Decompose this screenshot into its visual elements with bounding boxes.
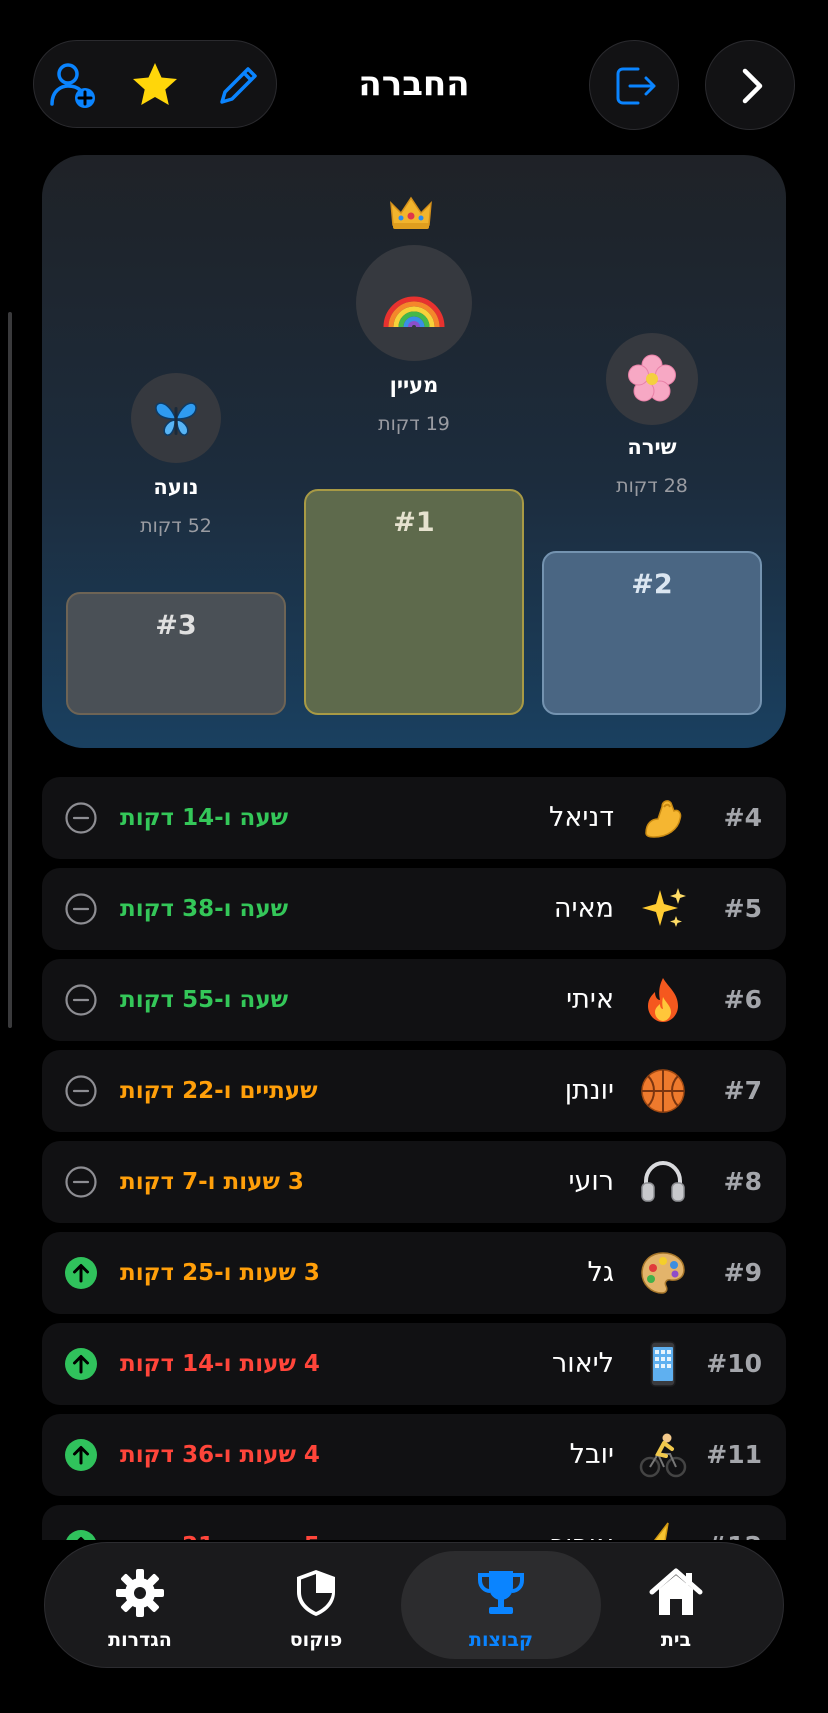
page-title: החברה bbox=[358, 64, 470, 104]
row-rank: #7 bbox=[723, 1076, 762, 1105]
podium-block-third: #3 bbox=[66, 592, 286, 715]
nav-item-home[interactable]: בית bbox=[601, 1543, 751, 1669]
trend-up-icon bbox=[64, 1347, 98, 1381]
scroll-indicator[interactable] bbox=[8, 312, 12, 1028]
top-bar: החברה bbox=[0, 40, 828, 130]
shield-icon bbox=[297, 1570, 335, 1616]
second-place-name: שירה bbox=[627, 435, 677, 459]
row-screen-time: 4 שעות ו-36 דקות bbox=[120, 1442, 320, 1468]
first-place-time: 19 דקות bbox=[378, 413, 450, 435]
podium-card: מעיין 19 דקות שירה 28 דקות נועה 52 דקות … bbox=[42, 155, 786, 748]
second-place-time: 28 דקות bbox=[616, 475, 688, 497]
nav-item-settings[interactable]: הגדרות bbox=[65, 1543, 215, 1669]
row-name: ליאור bbox=[551, 1348, 614, 1379]
podium-block-second: #2 bbox=[542, 551, 762, 715]
trophy-icon bbox=[478, 1571, 524, 1614]
nav-label-home: בית bbox=[660, 1629, 692, 1651]
rainbow-icon bbox=[383, 296, 445, 328]
basketball-icon bbox=[638, 1066, 688, 1116]
lightning-icon bbox=[638, 1521, 688, 1540]
leave-group-button[interactable] bbox=[589, 40, 679, 130]
leaderboard-row[interactable]: #9 גל 3 שעות ו-25 דקות bbox=[42, 1232, 786, 1314]
row-name: גל bbox=[587, 1257, 614, 1288]
fire-icon bbox=[638, 975, 688, 1025]
sparkles-icon bbox=[638, 884, 688, 934]
butterfly-icon bbox=[155, 402, 197, 436]
leaderboard-row[interactable]: #6 איתי שעה ו-55 דקות bbox=[42, 959, 786, 1041]
row-name: מאיה bbox=[553, 893, 614, 924]
chevron-right-icon bbox=[742, 68, 763, 104]
row-screen-time: 4 שעות ו-14 דקות bbox=[120, 1351, 320, 1377]
nav-label-settings: הגדרות bbox=[108, 1629, 172, 1651]
leaderboard-row[interactable]: #7 יונתן שעתיים ו-22 דקות bbox=[42, 1050, 786, 1132]
bottom-nav: הגדרות פוקוס קבוצות בית bbox=[44, 1542, 784, 1668]
first-place-name: מעיין bbox=[389, 373, 439, 397]
cherry-blossom-icon bbox=[628, 354, 676, 402]
third-place-time: 52 דקות bbox=[140, 515, 212, 537]
row-screen-time: שעה ו-38 דקות bbox=[120, 896, 289, 922]
leaderboard-row[interactable]: #4 דניאל שעה ו-14 דקות bbox=[42, 777, 786, 859]
row-rank: #5 bbox=[723, 894, 762, 923]
cyclist-icon bbox=[638, 1430, 688, 1480]
row-name: דניאל bbox=[549, 802, 614, 833]
trend-up-icon bbox=[64, 1438, 98, 1472]
home-icon bbox=[649, 1568, 703, 1615]
row-name: יונתן bbox=[564, 1075, 614, 1106]
leaderboard-row[interactable]: #5 מאיה שעה ו-38 דקות bbox=[42, 868, 786, 950]
row-rank: #10 bbox=[706, 1349, 762, 1378]
row-rank: #11 bbox=[706, 1440, 762, 1469]
row-screen-time: 3 שעות ו-25 דקות bbox=[120, 1260, 320, 1286]
avatar-first[interactable] bbox=[356, 245, 472, 361]
no-change-icon bbox=[64, 1074, 98, 1108]
row-name: יובל bbox=[569, 1439, 614, 1470]
leaderboard-row[interactable]: #12 אופיר 5 שעות ו-21 דקות bbox=[42, 1505, 786, 1540]
back-button[interactable] bbox=[705, 40, 795, 130]
nav-item-groups[interactable]: קבוצות bbox=[426, 1543, 576, 1669]
row-screen-time: שעה ו-14 דקות bbox=[120, 805, 289, 831]
row-rank: #12 bbox=[706, 1505, 762, 1540]
row-name: רועי bbox=[568, 1166, 614, 1197]
third-place-name: נועה bbox=[153, 475, 199, 499]
mobile-phone-icon bbox=[638, 1339, 688, 1389]
leaderboard-row[interactable]: #11 יובל 4 שעות ו-36 דקות bbox=[42, 1414, 786, 1496]
avatar-third[interactable] bbox=[131, 373, 221, 463]
trend-up-icon bbox=[64, 1529, 98, 1540]
row-screen-time: 5 שעות ו-21 דקות bbox=[120, 1505, 320, 1540]
leaderboard-row[interactable]: #8 רועי 3 שעות ו-7 דקות bbox=[42, 1141, 786, 1223]
row-screen-time: שעה ו-55 דקות bbox=[120, 987, 289, 1013]
no-change-icon bbox=[64, 892, 98, 926]
nav-item-focus[interactable]: פוקוס bbox=[241, 1543, 391, 1669]
trend-up-icon bbox=[64, 1256, 98, 1290]
nav-label-groups: קבוצות bbox=[468, 1629, 533, 1651]
leaderboard-row[interactable]: #10 ליאור 4 שעות ו-14 דקות bbox=[42, 1323, 786, 1405]
row-rank: #6 bbox=[723, 985, 762, 1014]
headphones-icon bbox=[638, 1157, 688, 1207]
nav-label-focus: פוקוס bbox=[289, 1629, 343, 1651]
no-change-icon bbox=[64, 801, 98, 835]
avatar-second[interactable] bbox=[606, 333, 698, 425]
row-name: אופיר bbox=[550, 1505, 614, 1540]
row-screen-time: שעתיים ו-22 דקות bbox=[120, 1078, 318, 1104]
leaderboard-list[interactable]: #4 דניאל שעה ו-14 דקות #5 מאיה שעה ו-38 דקות #… bbox=[42, 777, 786, 1540]
row-rank: #9 bbox=[723, 1258, 762, 1287]
palette-icon bbox=[638, 1248, 688, 1298]
row-rank: #8 bbox=[723, 1167, 762, 1196]
row-screen-time: 3 שעות ו-7 דקות bbox=[120, 1169, 304, 1195]
podium-block-first: #1 bbox=[304, 489, 524, 715]
row-rank: #4 bbox=[723, 803, 762, 832]
gear-icon bbox=[116, 1569, 164, 1617]
row-name: איתי bbox=[566, 984, 614, 1015]
flexed-biceps-icon bbox=[638, 793, 688, 843]
no-change-icon bbox=[64, 1165, 98, 1199]
no-change-icon bbox=[64, 983, 98, 1017]
crown-icon bbox=[389, 195, 433, 235]
logout-icon bbox=[616, 67, 656, 105]
